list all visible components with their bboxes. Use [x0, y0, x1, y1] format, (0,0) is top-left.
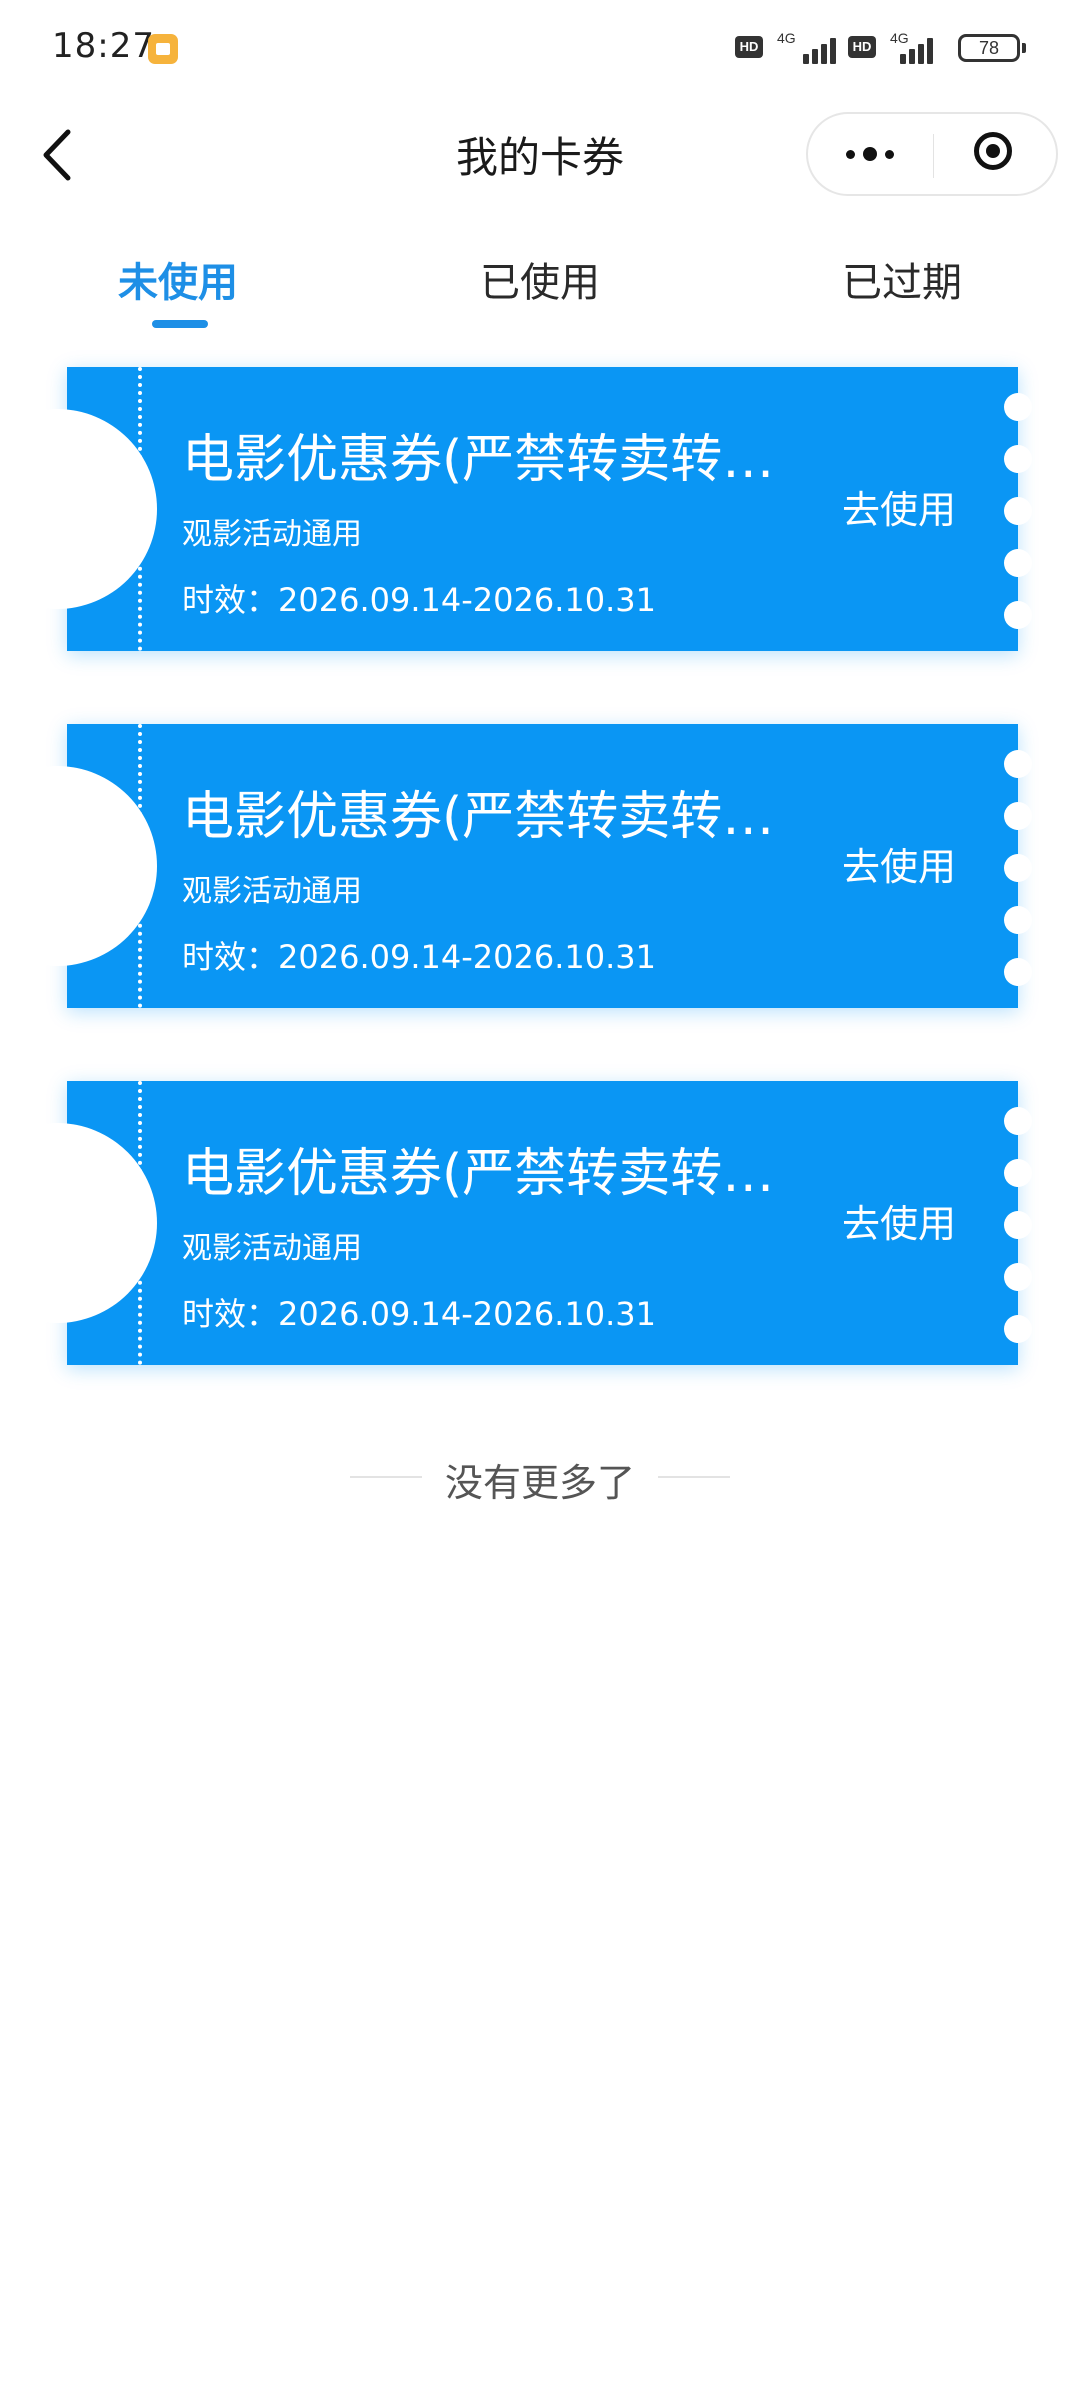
notification-app-icon — [148, 34, 178, 64]
tab-used[interactable]: 已使用 — [480, 250, 600, 308]
coupon-subtitle: 观影活动通用 — [182, 1231, 362, 1266]
tab-unused[interactable]: 未使用 — [118, 250, 238, 308]
use-coupon-button[interactable]: 去使用 — [842, 479, 956, 534]
coupon-title: 电影优惠券(严禁转卖转… — [182, 787, 775, 847]
coupon-validity: 时效：2026.09.14-2026.10.31 — [182, 1295, 656, 1333]
status-bar: 18:27 HD 4G HD 4G 78 — [0, 0, 1080, 100]
coupon-perforation — [138, 1081, 142, 1365]
coupon-notch — [0, 409, 157, 609]
close-mini-program-button[interactable] — [934, 114, 1056, 194]
use-coupon-button[interactable]: 去使用 — [842, 1193, 956, 1248]
coupon-notch — [0, 766, 157, 966]
signal-bars-icon — [900, 36, 940, 64]
coupon-scallop — [1004, 1211, 1032, 1239]
coupon-title: 电影优惠券(严禁转卖转… — [182, 430, 775, 490]
coupon-scallop — [1004, 958, 1032, 986]
coupon-scallop — [1004, 549, 1032, 577]
sim2-signal: HD 4G — [848, 30, 958, 66]
coupon-perforation — [138, 367, 142, 651]
no-more-label: 没有更多了 — [444, 1461, 635, 1505]
mini-program-capsule — [806, 112, 1058, 196]
coupon-subtitle: 观影活动通用 — [182, 517, 362, 552]
use-coupon-button[interactable]: 去使用 — [842, 836, 956, 891]
tab-expired[interactable]: 已过期 — [842, 250, 962, 308]
coupon-validity: 时效：2026.09.14-2026.10.31 — [182, 938, 656, 976]
coupon-scallop — [1004, 497, 1032, 525]
network-type: 4G — [777, 30, 796, 46]
coupon-scallop — [1004, 1315, 1032, 1343]
coupon-notch — [0, 1123, 157, 1323]
coupon-scallop — [1004, 854, 1032, 882]
more-button[interactable] — [808, 114, 933, 194]
coupon-card[interactable]: 电影优惠券(严禁转卖转… 观影活动通用 时效：2026.09.14-2026.1… — [0, 367, 1032, 651]
coupon-scallop — [1004, 445, 1032, 473]
coupon-card[interactable]: 电影优惠券(严禁转卖转… 观影活动通用 时效：2026.09.14-2026.1… — [0, 724, 1032, 1008]
coupon-card[interactable]: 电影优惠券(严禁转卖转… 观影活动通用 时效：2026.09.14-2026.1… — [0, 1081, 1032, 1365]
active-tab-indicator — [152, 320, 208, 328]
coupon-scallop — [1004, 393, 1032, 421]
coupon-validity: 时效：2026.09.14-2026.10.31 — [182, 581, 656, 619]
target-circle-icon — [974, 132, 1012, 170]
coupon-scallop — [1004, 750, 1032, 778]
end-divider-right — [658, 1476, 730, 1478]
coupon-scallop — [1004, 906, 1032, 934]
coupon-scallop — [1004, 1263, 1032, 1291]
coupon-subtitle: 观影活动通用 — [182, 874, 362, 909]
coupon-scallop — [1004, 1107, 1032, 1135]
coupon-scallop — [1004, 802, 1032, 830]
battery-icon: 78 — [958, 34, 1026, 62]
signal-bars-icon — [803, 36, 843, 64]
coupon-scallop — [1004, 1159, 1032, 1187]
hd-badge: HD — [735, 36, 763, 58]
coupon-title: 电影优惠券(严禁转卖转… — [182, 1144, 775, 1204]
coupon-scallop — [1004, 601, 1032, 629]
hd-badge: HD — [848, 36, 876, 58]
sim1-signal: HD 4G — [735, 30, 845, 66]
coupon-perforation — [138, 724, 142, 1008]
status-time: 18:27 — [52, 26, 155, 66]
